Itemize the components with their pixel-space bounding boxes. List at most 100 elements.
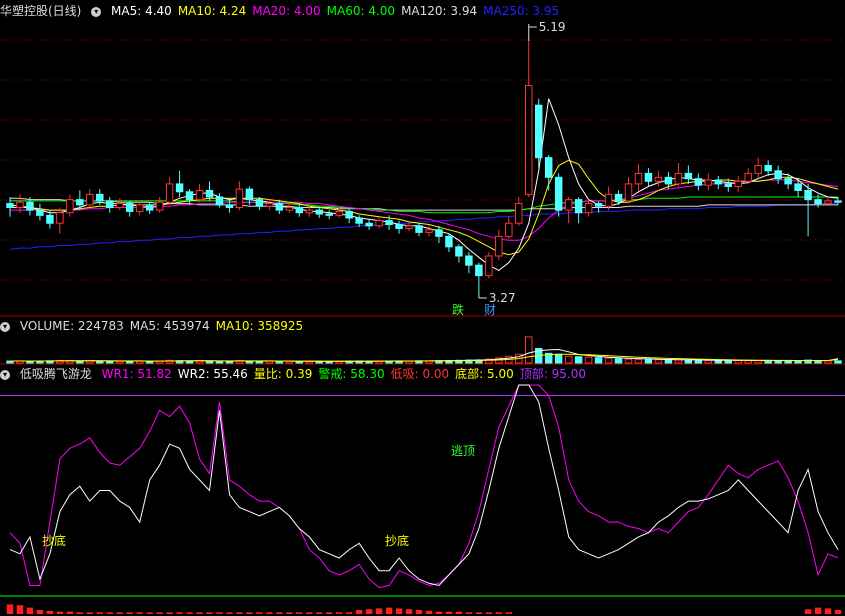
candle-body [415,225,423,233]
volume-bar [744,360,752,364]
candle-body [445,235,453,248]
signal-bar [455,611,463,614]
signal-bar [325,612,333,614]
candle-body [614,193,623,202]
volume-bar [834,360,842,364]
signal-bar [6,604,14,614]
taoding-label: 逃顶 [451,444,475,458]
signal-bar [814,607,822,614]
candle-body [654,176,663,182]
candle-body [814,199,822,205]
signal-bar [495,612,503,614]
volume-bar [554,353,563,364]
candle-body [225,204,234,208]
candle-body [824,200,832,205]
signal-bar [236,612,243,614]
signal-bar [365,609,373,614]
signal-bar [176,612,183,614]
candle-body [16,201,24,208]
candle-body [305,209,314,214]
candle-body [744,172,752,182]
die-label: 跌 [452,302,464,317]
candle-body [694,178,703,186]
candle-body [505,222,513,237]
candle-body [165,183,174,203]
candle-body [135,204,144,212]
signal-bar [196,612,203,614]
signal-bar [106,612,113,614]
volume-bar [106,360,114,364]
volume-bar [125,360,134,364]
candle-body [66,199,74,214]
signal-bar [66,611,74,614]
candle-body [794,183,802,191]
volume-bar [814,360,822,364]
candle-body [26,201,34,211]
candle-body [764,165,772,172]
candle-body [584,203,593,214]
candle-body [704,179,713,186]
signal-bar [276,612,283,614]
candle-body [6,203,14,208]
candle-body [36,209,44,216]
candle-body [235,188,244,208]
signal-bar [186,612,193,614]
candle-body [365,222,373,227]
signal-bar [286,612,293,614]
candle-body [265,203,274,207]
candle-body [185,191,194,201]
signal-bar [126,612,133,614]
signal-bar [206,612,213,614]
signal-bar [834,610,842,614]
high-price-label: 5.19 [539,20,566,34]
signal-bar [156,612,163,614]
candle-body [46,214,54,224]
ma5-line [9,98,839,271]
signal-bar [316,612,323,614]
candle-body [525,85,533,195]
candle-body [534,104,543,159]
candle-body [754,165,762,174]
candle-body [664,176,673,185]
volume-bar [525,336,533,364]
signal-bar [505,612,513,614]
candle-body [315,209,323,215]
signal-bar [96,612,104,614]
candle-body [335,210,343,216]
candle-body [425,229,433,233]
wr1-line [9,384,839,589]
signal-bar [415,610,423,614]
signal-bar [246,612,253,614]
signal-bar [216,612,223,614]
candle-body [96,193,104,202]
stock-chart[interactable]: 5.193.27跌 财抄底 抄底逃顶 [0,0,845,616]
signal-bar [266,612,273,614]
candle-body [295,206,304,214]
signal-bar [804,609,812,614]
volume-bar [594,357,603,364]
candle-body [475,264,483,277]
signal-bar [136,612,143,614]
candle-body [175,183,184,193]
candle-body [604,193,613,207]
signal-bar [465,612,473,614]
wr2-line [9,384,839,587]
signal-bar [425,610,433,614]
candle-body [594,203,603,207]
candle-body [624,183,633,202]
volume-bar [664,359,673,364]
volume-bar [694,359,703,364]
signal-bar [256,612,263,614]
candle-body [405,225,413,229]
signal-bar [56,611,64,614]
signal-bar [445,611,453,614]
candle-body [106,200,114,208]
chaodi-label-1: 抄底 [42,533,66,548]
candle-body [515,203,523,224]
candle-body [345,210,353,219]
volume-bar [574,356,583,364]
candle-body [564,199,573,211]
candle-body [455,246,463,257]
signal-bar [76,612,84,614]
candle-body [784,178,792,185]
